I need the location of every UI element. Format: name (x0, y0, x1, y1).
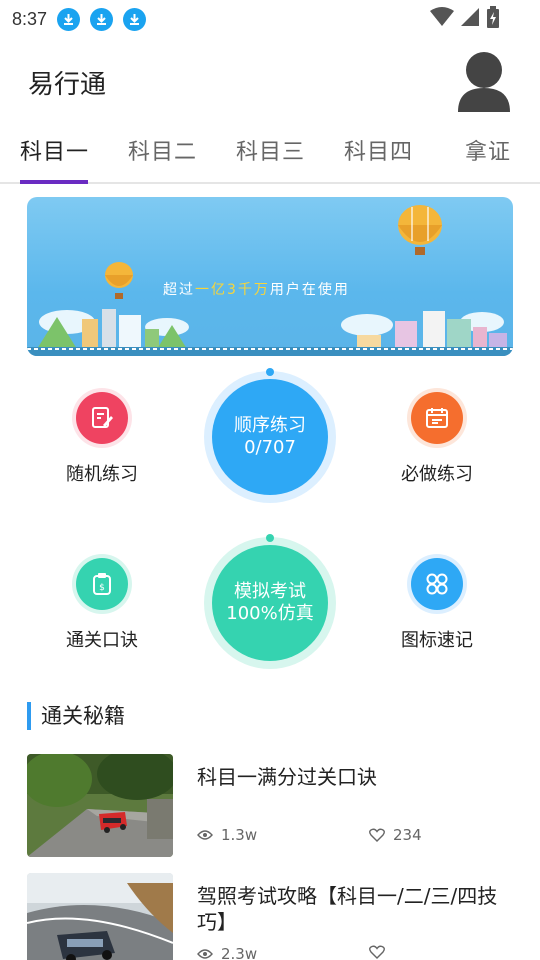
tab-subject-1[interactable]: 科目一 (20, 134, 89, 166)
article-title: 科目一满分过关口诀 (197, 765, 377, 789)
section-title: 通关秘籍 (27, 702, 125, 730)
app-title: 易行通 (28, 70, 107, 100)
avatar-icon[interactable] (456, 50, 512, 112)
heart-icon (369, 828, 385, 842)
eye-icon (197, 830, 213, 840)
battery-icon (487, 6, 499, 28)
tab-subject-2[interactable]: 科目二 (128, 134, 197, 166)
status-indicators (430, 6, 500, 28)
banner-text-highlight: 一亿3千万 (195, 282, 270, 298)
mock-exam-button[interactable]: 模拟考试 100%仿真 (204, 537, 336, 669)
download-icon (123, 7, 147, 31)
random-practice-button[interactable]: 随机练习 (42, 388, 162, 486)
banner-illustration (27, 205, 513, 356)
banner-text-prefix: 超过 (163, 282, 195, 298)
mnemonic-icon-ring: $ (72, 554, 132, 614)
subject-tabs: 科目一 科目二 科目三 科目四 拿证 (0, 118, 540, 184)
promo-banner[interactable]: 超过一亿3千万用户在使用 (27, 197, 513, 356)
mnemonic-button[interactable]: $ 通关口诀 (42, 554, 162, 652)
download-icon (57, 7, 81, 31)
icon-memo-button[interactable]: 图标速记 (377, 554, 497, 652)
signal-icon (461, 8, 479, 26)
sequential-practice-inner: 顺序练习 0/707 (212, 379, 328, 495)
edit-icon (76, 392, 128, 444)
grid-icon (411, 558, 463, 610)
article-thumbnail (27, 873, 173, 960)
sequential-practice-label: 顺序练习 (234, 415, 306, 436)
sequential-practice-progress: 0/707 (244, 437, 296, 458)
banner-text-suffix: 用户在使用 (269, 282, 350, 298)
article-views-count: 1.3w (221, 826, 258, 844)
download-icon (90, 7, 114, 31)
progress-dot (266, 368, 274, 376)
svg-text:$: $ (99, 583, 105, 593)
article-thumbnail (27, 754, 173, 857)
random-practice-label: 随机练习 (66, 464, 138, 485)
icon-memo-label: 图标速记 (401, 630, 473, 651)
clipboard-icon: $ (76, 558, 128, 610)
eye-icon (197, 949, 213, 959)
icon-memo-icon-ring (407, 554, 467, 614)
wifi-icon (430, 7, 454, 26)
tab-license[interactable]: 拿证 (465, 134, 511, 166)
mnemonic-label: 通关口诀 (66, 630, 138, 651)
article-likes: 234 (369, 826, 422, 844)
article-views: 2.3w (197, 945, 257, 960)
article-likes (369, 945, 393, 959)
sequential-practice-button[interactable]: 顺序练习 0/707 (204, 371, 336, 503)
status-time: 8:37 (12, 8, 48, 29)
banner-text: 超过一亿3千万用户在使用 (163, 279, 350, 299)
mock-exam-subtitle: 100%仿真 (226, 603, 314, 624)
status-bar: 8:37 (0, 0, 540, 38)
must-do-practice-label: 必做练习 (401, 464, 473, 485)
tab-subject-3[interactable]: 科目三 (236, 134, 305, 166)
article-views: 1.3w (197, 826, 257, 844)
heart-icon (369, 945, 385, 959)
progress-dot (266, 534, 274, 542)
calendar-icon (411, 392, 463, 444)
article-title: 驾照考试攻略【科目一/二/三/四技巧】 (197, 884, 498, 934)
article-views-count: 2.3w (221, 945, 258, 960)
article-likes-count: 234 (393, 826, 422, 844)
mock-exam-label: 模拟考试 (234, 581, 306, 602)
random-practice-icon-ring (72, 388, 132, 448)
article-item[interactable]: 驾照考试攻略【科目一/二/三/四技巧】 2.3w (27, 873, 513, 960)
tab-subject-4[interactable]: 科目四 (344, 134, 413, 166)
tab-indicator (20, 180, 88, 184)
must-do-icon-ring (407, 388, 467, 448)
mock-exam-inner: 模拟考试 100%仿真 (212, 545, 328, 661)
must-do-practice-button[interactable]: 必做练习 (377, 388, 497, 486)
article-item[interactable]: 科目一满分过关口诀 1.3w 234 (27, 754, 513, 857)
